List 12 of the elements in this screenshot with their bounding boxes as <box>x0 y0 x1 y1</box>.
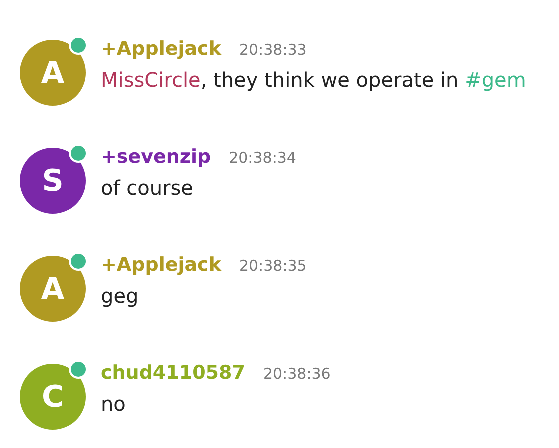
username[interactable]: +sevenzip <box>101 146 212 168</box>
timestamp: 20:38:35 <box>239 257 307 275</box>
timestamp: 20:38:33 <box>239 41 307 59</box>
message-text: MissCircle, they think we operate in #gem <box>101 68 526 92</box>
message-text: geg <box>101 284 140 308</box>
message-text: no <box>101 392 127 416</box>
message-text: of course <box>101 176 194 200</box>
timestamp: 20:38:36 <box>263 365 331 383</box>
username[interactable]: +Applejack <box>101 38 222 60</box>
username[interactable]: chud4110587 <box>101 362 246 384</box>
timestamp: 20:38:34 <box>229 149 296 167</box>
username[interactable]: +Applejack <box>101 254 222 276</box>
